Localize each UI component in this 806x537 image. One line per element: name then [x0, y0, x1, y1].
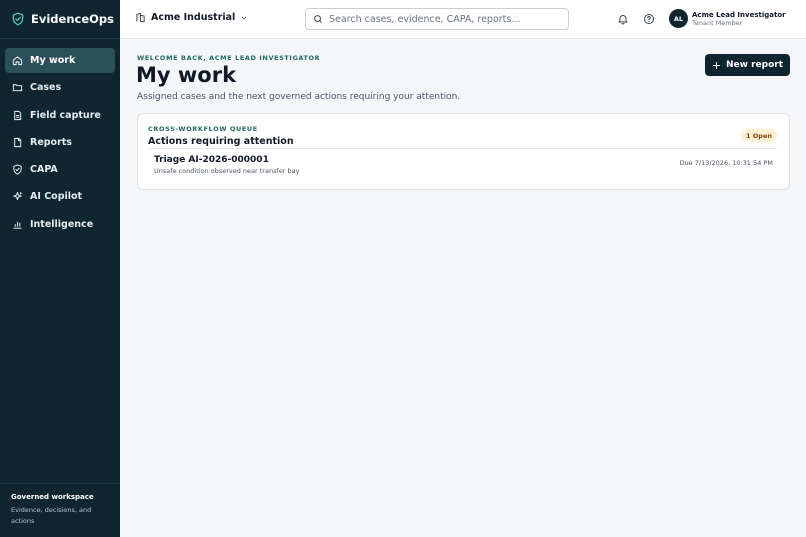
page-subtitle: Assigned cases and the next governed act… — [137, 92, 461, 102]
sidebar-item-cases[interactable]: Cases — [5, 75, 115, 100]
sidebar-item-label: Cases — [30, 82, 62, 94]
divider — [148, 148, 777, 149]
queue-eyebrow: CROSS-WORKFLOW QUEUE — [148, 125, 258, 133]
search-box[interactable] — [305, 8, 569, 30]
welcome-eyebrow: WELCOME BACK, ACME LEAD INVESTIGATOR — [137, 54, 321, 62]
topbar: Acme Industrial AL Acme Lead Investigato… — [120, 0, 806, 39]
shield-check-icon — [12, 164, 23, 175]
folder-icon — [12, 82, 23, 93]
shield-logo-icon — [11, 12, 25, 26]
user-info[interactable]: Acme Lead Investigator Tenant Member — [692, 11, 786, 27]
bell-icon[interactable] — [617, 13, 629, 25]
avatar[interactable]: AL — [669, 9, 688, 28]
document-icon — [12, 137, 23, 148]
plus-icon — [712, 61, 721, 70]
action-title: Triage AI-2026-000001 — [154, 155, 269, 165]
sidebar-item-intelligence[interactable]: Intelligence — [5, 212, 115, 237]
search-input[interactable] — [329, 13, 559, 25]
workspace-description: Evidence, decisions, and actions — [11, 506, 92, 525]
brand[interactable]: EvidenceOps — [0, 0, 120, 39]
home-icon — [12, 55, 23, 66]
user-name: Acme Lead Investigator — [692, 11, 786, 19]
tenant-name: Acme Industrial — [151, 12, 236, 23]
actions-queue-card: CROSS-WORKFLOW QUEUE Actions requiring a… — [137, 113, 790, 190]
queue-title: Actions requiring attention — [148, 136, 294, 147]
workspace-title: Governed workspace — [11, 493, 94, 501]
sidebar-nav: My work Cases Field capture Reports CAPA — [0, 39, 120, 237]
app-name: EvidenceOps — [31, 12, 114, 26]
sidebar-item-label: CAPA — [30, 164, 58, 176]
sidebar: EvidenceOps My work Cases Field capture … — [0, 0, 120, 537]
clipboard-icon — [12, 110, 23, 121]
action-due-date: Due 7/13/2026, 10:31:54 PM — [679, 159, 773, 167]
help-icon[interactable] — [643, 13, 655, 25]
sidebar-item-reports[interactable]: Reports — [5, 130, 115, 155]
sidebar-item-label: AI Copilot — [30, 191, 83, 203]
sidebar-footer: Governed workspace Evidence, decisions, … — [0, 483, 120, 537]
list-item[interactable]: Triage AI-2026-000001 Unsafe condition o… — [148, 150, 777, 178]
new-report-button[interactable]: New report — [705, 54, 790, 76]
user-role: Tenant Member — [692, 19, 743, 27]
search-icon — [313, 14, 323, 24]
chevron-down-icon — [240, 14, 248, 22]
sidebar-item-my-work[interactable]: My work — [5, 48, 115, 73]
bar-chart-icon — [12, 219, 23, 230]
building-icon — [135, 12, 146, 23]
sidebar-item-label: Intelligence — [30, 218, 94, 230]
sidebar-item-label: My work — [30, 55, 76, 66]
new-report-label: New report — [726, 60, 783, 70]
sidebar-item-capa[interactable]: CAPA — [5, 157, 115, 182]
sidebar-item-label: Field capture — [30, 109, 101, 121]
main-content: WELCOME BACK, ACME LEAD INVESTIGATOR My … — [120, 39, 806, 537]
sidebar-item-field-capture[interactable]: Field capture — [5, 103, 115, 128]
sidebar-item-ai-copilot[interactable]: AI Copilot — [5, 184, 115, 209]
sidebar-item-label: Reports — [30, 136, 72, 148]
tenant-switcher[interactable]: Acme Industrial — [135, 12, 248, 23]
status-badge: 1 Open — [741, 129, 777, 142]
page-title: My work — [136, 63, 237, 87]
action-description: Unsafe condition observed near transfer … — [154, 167, 300, 175]
sparkle-icon — [12, 191, 23, 202]
